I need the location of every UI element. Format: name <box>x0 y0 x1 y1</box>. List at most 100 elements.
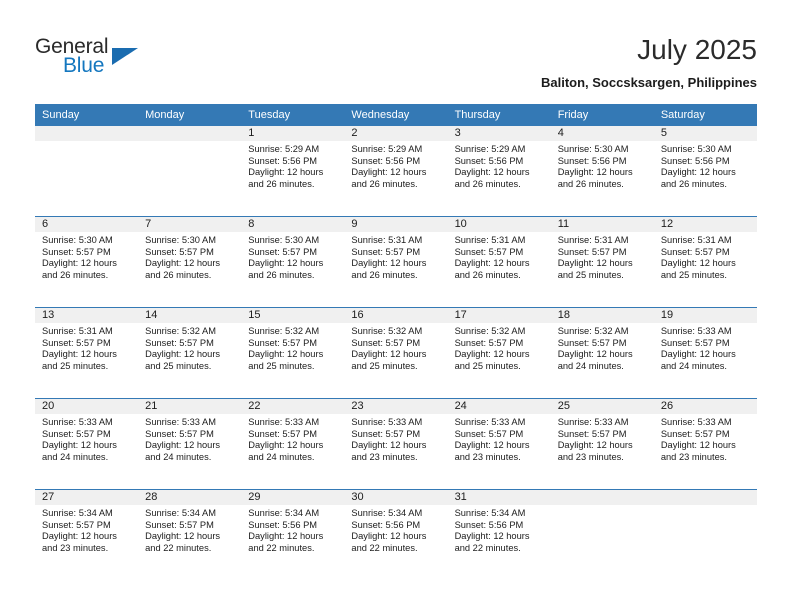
calendar-day-cell[interactable]: 26 Sunrise: 5:33 AM Sunset: 5:57 PM Dayligh… <box>653 398 757 490</box>
calendar-day-cell[interactable]: 28 Sunrise: 5:34 AM Sunset: 5:57 PM Dayligh… <box>138 489 242 580</box>
sunrise-text: Sunrise: 5:31 AM <box>454 235 526 245</box>
calendar-day-cell[interactable]: 30 Sunrise: 5:34 AM Sunset: 5:56 PM Dayligh… <box>344 489 448 580</box>
daylight-text-line1: Daylight: 12 hours <box>454 167 530 178</box>
sunrise-text: Sunrise: 5:33 AM <box>660 417 732 427</box>
day-details: Sunrise: 5:30 AM Sunset: 5:57 PM Daylight:… <box>138 232 241 281</box>
sunrise-text: Sunrise: 5:33 AM <box>454 417 526 427</box>
day-details: Sunrise: 5:33 AM Sunset: 5:57 PM Daylight:… <box>241 414 344 463</box>
calendar-day-cell[interactable]: 31 Sunrise: 5:34 AM Sunset: 5:56 PM Dayligh… <box>447 489 551 580</box>
day-number: 26 <box>653 399 757 414</box>
day-number: 4 <box>550 126 654 141</box>
daylight-text-line2: and 25 minutes. <box>351 360 418 371</box>
weekday-header-sunday: Sunday <box>35 104 139 126</box>
day-details: Sunrise: 5:33 AM Sunset: 5:57 PM Daylight:… <box>35 414 138 463</box>
day-cell-content <box>653 490 757 580</box>
day-cell-content: 2 Sunrise: 5:29 AM Sunset: 5:56 PM Daylight… <box>344 126 448 216</box>
daylight-text-line1: Daylight: 12 hours <box>660 349 736 360</box>
calendar-day-cell[interactable]: 10 Sunrise: 5:31 AM Sunset: 5:57 PM Dayligh… <box>447 216 551 308</box>
calendar-day-cell[interactable]: 29 Sunrise: 5:34 AM Sunset: 5:56 PM Dayligh… <box>241 489 345 580</box>
day-number <box>550 490 654 505</box>
calendar-day-cell[interactable]: 3 Sunrise: 5:29 AM Sunset: 5:56 PM Daylight… <box>447 126 551 217</box>
day-cell-content: 22 Sunrise: 5:33 AM Sunset: 5:57 PM Dayligh… <box>241 399 345 489</box>
daylight-text-line1: Daylight: 12 hours <box>248 531 324 542</box>
day-number: 12 <box>653 217 757 232</box>
day-number: 7 <box>138 217 242 232</box>
calendar-day-cell[interactable]: 8 Sunrise: 5:30 AM Sunset: 5:57 PM Daylight… <box>241 216 345 308</box>
day-number: 28 <box>138 490 242 505</box>
day-cell-content: 12 Sunrise: 5:31 AM Sunset: 5:57 PM Dayligh… <box>653 217 757 307</box>
calendar-day-cell[interactable]: 16 Sunrise: 5:32 AM Sunset: 5:57 PM Dayligh… <box>344 307 448 399</box>
day-details: Sunrise: 5:32 AM Sunset: 5:57 PM Daylight:… <box>344 323 447 372</box>
daylight-text-line1: Daylight: 12 hours <box>351 167 427 178</box>
calendar-day-cell[interactable]: 11 Sunrise: 5:31 AM Sunset: 5:57 PM Dayligh… <box>550 216 654 308</box>
calendar-day-cell[interactable]: 25 Sunrise: 5:33 AM Sunset: 5:57 PM Dayligh… <box>550 398 654 490</box>
calendar-week-row: 20 Sunrise: 5:33 AM Sunset: 5:57 PM Dayligh… <box>35 398 757 490</box>
day-number: 14 <box>138 308 242 323</box>
calendar-day-cell[interactable]: 15 Sunrise: 5:32 AM Sunset: 5:57 PM Dayligh… <box>241 307 345 399</box>
day-cell-content: 17 Sunrise: 5:32 AM Sunset: 5:57 PM Dayligh… <box>447 308 551 398</box>
sunrise-text: Sunrise: 5:32 AM <box>557 326 629 336</box>
calendar-day-cell[interactable]: 18 Sunrise: 5:32 AM Sunset: 5:57 PM Dayligh… <box>550 307 654 399</box>
calendar-day-cell[interactable]: 17 Sunrise: 5:32 AM Sunset: 5:57 PM Dayligh… <box>447 307 551 399</box>
logo[interactable]: General Blue <box>35 36 165 84</box>
sunset-text: Sunset: 5:57 PM <box>42 337 111 348</box>
calendar-day-cell[interactable]: 7 Sunrise: 5:30 AM Sunset: 5:57 PM Daylight… <box>138 216 242 308</box>
calendar-week-row: 1 Sunrise: 5:29 AM Sunset: 5:56 PM Daylight… <box>35 126 757 217</box>
calendar-day-cell[interactable]: 22 Sunrise: 5:33 AM Sunset: 5:57 PM Dayligh… <box>241 398 345 490</box>
daylight-text-line1: Daylight: 12 hours <box>557 167 633 178</box>
day-details: Sunrise: 5:31 AM Sunset: 5:57 PM Daylight:… <box>551 232 654 281</box>
calendar-day-cell[interactable]: 12 Sunrise: 5:31 AM Sunset: 5:57 PM Dayligh… <box>653 216 757 308</box>
daylight-text-line2: and 26 minutes. <box>248 269 315 280</box>
day-number: 15 <box>241 308 345 323</box>
calendar-day-cell[interactable]: 23 Sunrise: 5:33 AM Sunset: 5:57 PM Dayligh… <box>344 398 448 490</box>
daylight-text-line1: Daylight: 12 hours <box>454 349 530 360</box>
calendar-day-cell[interactable] <box>35 126 139 217</box>
day-cell-content: 23 Sunrise: 5:33 AM Sunset: 5:57 PM Dayligh… <box>344 399 448 489</box>
calendar-day-cell[interactable]: 27 Sunrise: 5:34 AM Sunset: 5:57 PM Dayligh… <box>35 489 139 580</box>
day-cell-content: 1 Sunrise: 5:29 AM Sunset: 5:56 PM Daylight… <box>241 126 345 216</box>
calendar-day-cell[interactable] <box>138 126 242 217</box>
sunrise-text: Sunrise: 5:32 AM <box>145 326 216 336</box>
calendar-day-cell[interactable] <box>653 489 757 580</box>
calendar-day-cell[interactable]: 1 Sunrise: 5:29 AM Sunset: 5:56 PM Daylight… <box>241 126 345 217</box>
daylight-text-line1: Daylight: 12 hours <box>145 440 221 451</box>
daylight-text-line1: Daylight: 12 hours <box>454 258 530 269</box>
day-cell-content <box>35 126 139 216</box>
day-number: 21 <box>138 399 242 414</box>
calendar-day-cell[interactable]: 24 Sunrise: 5:33 AM Sunset: 5:57 PM Dayligh… <box>447 398 551 490</box>
calendar-day-cell[interactable]: 5 Sunrise: 5:30 AM Sunset: 5:56 PM Daylight… <box>653 126 757 217</box>
calendar-day-cell[interactable]: 6 Sunrise: 5:30 AM Sunset: 5:57 PM Daylight… <box>35 216 139 308</box>
daylight-text-line1: Daylight: 12 hours <box>351 349 427 360</box>
sunset-text: Sunset: 5:57 PM <box>248 246 318 257</box>
sunrise-text: Sunrise: 5:29 AM <box>351 144 423 154</box>
calendar-day-cell[interactable]: 4 Sunrise: 5:30 AM Sunset: 5:56 PM Daylight… <box>550 126 654 217</box>
day-details: Sunrise: 5:34 AM Sunset: 5:57 PM Daylight:… <box>35 505 138 554</box>
daylight-text-line1: Daylight: 12 hours <box>660 258 736 269</box>
sunrise-text: Sunrise: 5:30 AM <box>660 144 732 154</box>
daylight-text-line1: Daylight: 12 hours <box>557 349 633 360</box>
day-details: Sunrise: 5:29 AM Sunset: 5:56 PM Daylight:… <box>448 141 551 190</box>
day-cell-content: 9 Sunrise: 5:31 AM Sunset: 5:57 PM Daylight… <box>344 217 448 307</box>
day-cell-content: 8 Sunrise: 5:30 AM Sunset: 5:57 PM Daylight… <box>241 217 345 307</box>
calendar-day-cell[interactable]: 21 Sunrise: 5:33 AM Sunset: 5:57 PM Dayligh… <box>138 398 242 490</box>
daylight-text-line2: and 26 minutes. <box>42 269 109 280</box>
calendar-day-cell[interactable]: 9 Sunrise: 5:31 AM Sunset: 5:57 PM Daylight… <box>344 216 448 308</box>
calendar-day-cell[interactable]: 13 Sunrise: 5:31 AM Sunset: 5:57 PM Dayligh… <box>35 307 139 399</box>
day-number: 13 <box>35 308 139 323</box>
daylight-text-line2: and 22 minutes. <box>351 542 418 553</box>
sunrise-text: Sunrise: 5:33 AM <box>351 417 423 427</box>
daylight-text-line1: Daylight: 12 hours <box>42 531 117 542</box>
day-cell-content: 7 Sunrise: 5:30 AM Sunset: 5:57 PM Daylight… <box>138 217 242 307</box>
weekday-header-thursday: Thursday <box>447 104 551 126</box>
page-title: July 2025 <box>637 34 757 65</box>
calendar-day-cell[interactable]: 20 Sunrise: 5:33 AM Sunset: 5:57 PM Dayligh… <box>35 398 139 490</box>
day-cell-content: 14 Sunrise: 5:32 AM Sunset: 5:57 PM Dayligh… <box>138 308 242 398</box>
calendar-day-cell[interactable]: 19 Sunrise: 5:33 AM Sunset: 5:57 PM Dayligh… <box>653 307 757 399</box>
calendar-day-cell[interactable]: 2 Sunrise: 5:29 AM Sunset: 5:56 PM Daylight… <box>344 126 448 217</box>
day-number: 17 <box>447 308 551 323</box>
day-details: Sunrise: 5:30 AM Sunset: 5:57 PM Daylight:… <box>35 232 138 281</box>
calendar-day-cell[interactable]: 14 Sunrise: 5:32 AM Sunset: 5:57 PM Dayligh… <box>138 307 242 399</box>
day-details: Sunrise: 5:32 AM Sunset: 5:57 PM Daylight:… <box>138 323 241 372</box>
sunrise-text: Sunrise: 5:31 AM <box>660 235 732 245</box>
calendar-day-cell[interactable] <box>550 489 654 580</box>
